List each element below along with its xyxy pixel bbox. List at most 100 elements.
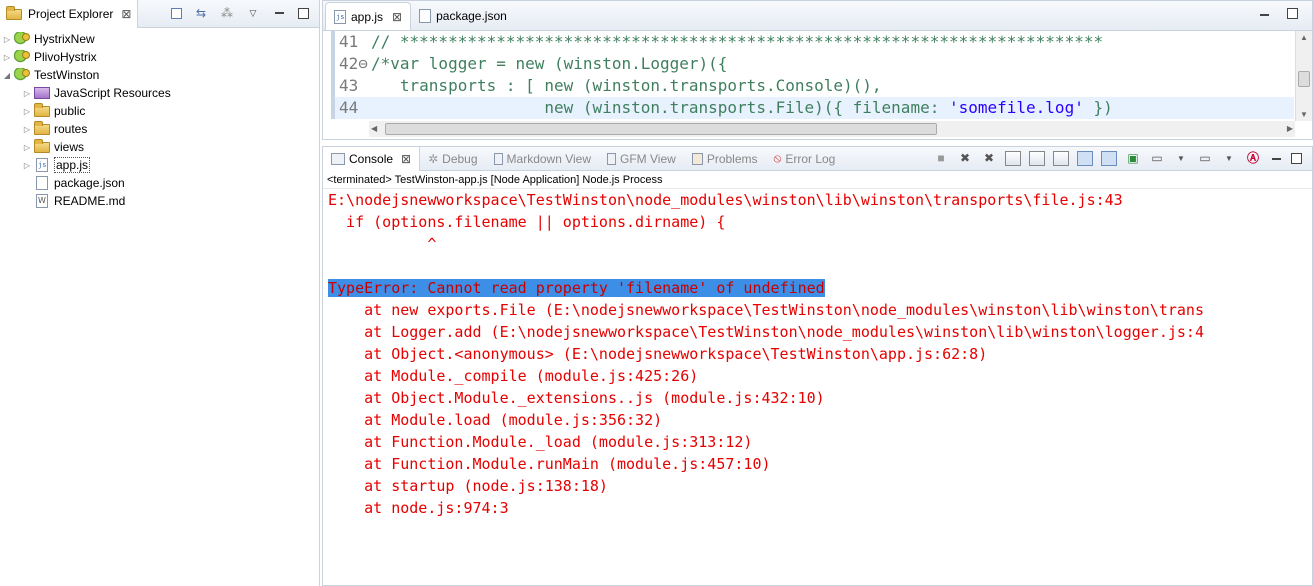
console-line: ^ [328,233,1312,255]
console-line: at Function.Module.runMain (module.js:45… [328,453,1312,475]
clear-console-icon[interactable] [1005,151,1021,166]
tree-item-label: routes [54,122,88,136]
selected-error-text: TypeError: Cannot read property 'filenam… [328,279,825,297]
folder-icon [34,121,50,135]
view-menu-icon[interactable]: ▽ [246,6,260,20]
tree-item-label: HystrixNew [34,32,95,46]
show-on-stderr-icon[interactable] [1101,151,1117,166]
scroll-lock-icon[interactable] [1029,151,1045,166]
tab-app-js[interactable]: app.js ⊠ [325,2,412,30]
code-line[interactable]: 44 new (winston.transports.File)({ filen… [335,97,1294,119]
expand-icon[interactable]: ▷ [22,125,32,134]
project-explorer-view: Project Explorer ⊠ ⇆ ⁂ ▽ ▷ HystrixNew ▷ Pli… [0,0,320,586]
console-line: at new exports.File (E:\nodejsnewworkspa… [328,299,1312,321]
tree-item-label: app.js [54,157,91,173]
console-line: TypeError: Cannot read property 'filenam… [328,277,1312,299]
folder-icon [34,103,50,117]
tree-item-testwinston[interactable]: ◢ TestWinston [0,66,319,84]
tree-item-plivohystrix[interactable]: ▷ PlivoHystrix [0,48,319,66]
minimize-icon[interactable] [272,6,286,20]
console-text: at Object.<anonymous> (E:\nodejsnewworks… [328,345,988,363]
scrollbar-thumb[interactable] [385,123,937,135]
tab-markdown-view[interactable]: Markdown View [486,147,599,171]
code-line[interactable]: 43 transports : [ new (winston.transport… [335,75,1294,97]
tree-item-javascript-resources[interactable]: ▷ JavaScript Resources [0,84,319,102]
dropdown-icon[interactable]: ▼ [1221,151,1237,166]
code-line[interactable]: 41 // ***********************************… [335,31,1294,53]
maximize-icon[interactable] [298,7,309,19]
display-console-icon[interactable]: ▭ [1149,151,1165,166]
console-text: ^ [328,235,437,253]
console-output[interactable]: E:\nodejsnewworkspace\TestWinston\node_m… [323,189,1312,519]
minimize-icon[interactable] [1257,8,1271,22]
tab-error-log[interactable]: ⦸ Error Log [766,147,844,171]
code-line[interactable]: 42⊖/*var logger = new (winston.Logger)({ [335,53,1294,75]
console-view: Console ⊠ ✲ Debug Markdown View GFM View… [322,146,1313,586]
collapse-all-icon[interactable] [171,7,182,19]
expand-icon[interactable]: ▷ [22,107,32,116]
gfm-icon [607,152,617,165]
tab-gfm-view[interactable]: GFM View [599,147,684,171]
scroll-up-icon[interactable]: ▲ [1300,33,1308,42]
dropdown-icon[interactable]: ▼ [1173,151,1189,166]
console-text: at Logger.add (E:\nodejsnewworkspace\Tes… [328,323,1204,341]
filter-icon[interactable]: ⁂ [220,6,234,20]
tab-problems[interactable]: Problems [684,147,766,171]
expand-icon[interactable]: ▷ [22,161,32,170]
pin-console-icon[interactable]: ▣ [1125,151,1141,166]
word-wrap-icon[interactable] [1053,151,1069,166]
folder-icon [6,5,22,20]
maximize-icon[interactable] [1291,153,1302,164]
horizontal-scrollbar[interactable]: ◀ ▶ [369,121,1295,137]
tree-item-package-json[interactable]: package.json [0,174,319,192]
maximize-icon[interactable] [1287,8,1298,19]
scroll-right-icon[interactable]: ▶ [1287,124,1293,133]
tree-item-hystrixnew[interactable]: ▷ HystrixNew [0,30,319,48]
expand-icon[interactable]: ▷ [22,89,32,98]
json-file-icon [36,176,48,190]
close-icon[interactable]: ⊠ [392,10,402,24]
terminate-icon[interactable]: ■ [933,151,949,166]
scrollbar-thumb[interactable] [1298,71,1310,87]
tree-item-public[interactable]: ▷ public [0,102,319,120]
expand-icon[interactable]: ▷ [2,53,12,62]
bug-icon: ✲ [428,151,439,166]
link-with-editor-icon[interactable]: ⇆ [194,6,208,20]
minimize-icon[interactable] [1269,152,1283,166]
tree-item-app-js[interactable]: ▷ app.js [0,156,319,174]
expand-icon[interactable]: ▷ [22,143,32,152]
tree-item-routes[interactable]: ▷ routes [0,120,319,138]
show-on-stdout-icon[interactable] [1077,151,1093,166]
console-text: at node.js:974:3 [328,499,509,517]
code-editor: app.js ⊠ package.json 41 // *************… [322,0,1313,140]
console-text: if (options.filename || options.dirname)… [328,213,726,231]
tab-label: app.js [351,9,384,24]
tree-item-label: package.json [54,176,125,190]
remove-all-terminated-icon[interactable]: ✖ [981,151,997,166]
tab-debug[interactable]: ✲ Debug [420,147,485,171]
code-text-area[interactable]: 41 // ***********************************… [331,31,1294,119]
scroll-left-icon[interactable]: ◀ [371,124,377,133]
line-number: 42⊖ [339,54,368,73]
tab-label: Error Log [785,151,836,166]
open-console-icon[interactable]: ▭ [1197,151,1213,166]
close-icon[interactable]: ⊠ [401,152,411,166]
expand-icon[interactable]: ▷ [2,35,12,44]
expanded-icon[interactable]: ◢ [2,71,12,80]
close-icon[interactable]: ⊠ [121,7,131,21]
tab-label: Problems [706,151,758,166]
scroll-down-icon[interactable]: ▼ [1300,110,1308,119]
remove-launch-icon[interactable]: ✖ [957,151,973,166]
angular-icon[interactable]: Ⓐ [1245,151,1261,166]
tree-item-label: README.md [54,194,126,208]
tree-item-views[interactable]: ▷ views [0,138,319,156]
js-file-icon [334,9,346,24]
tree-item-readme-md[interactable]: README.md [0,192,319,210]
problems-icon [691,152,703,165]
tab-console[interactable]: Console ⊠ [323,146,421,171]
code-text: new (winston.transports.File)({ filename… [371,98,1113,117]
markdown-icon [493,152,503,165]
tab-package-json[interactable]: package.json [411,2,515,30]
vertical-scrollbar[interactable]: ▲ ▼ [1295,31,1312,121]
project-explorer-tab[interactable]: Project Explorer ⊠ [0,0,139,28]
